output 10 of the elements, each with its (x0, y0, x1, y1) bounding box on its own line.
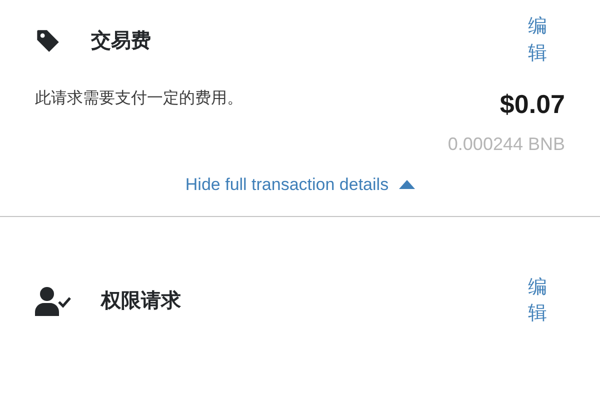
details-toggle-link[interactable]: Hide full transaction details (185, 172, 415, 198)
section-title: 交易费 (91, 28, 151, 54)
fee-amount: $0.07 (500, 91, 565, 118)
section-title: 权限请求 (101, 289, 181, 314)
user-check-icon (35, 286, 71, 316)
edit-link[interactable]: 编辑 (528, 274, 547, 328)
fee-description: 此请求需要支付一定的费用。 (35, 88, 243, 110)
fee-native-amount: 0.000244 BNB (448, 133, 565, 156)
tag-icon (35, 28, 61, 54)
edit-link[interactable]: 编辑 (528, 14, 547, 68)
